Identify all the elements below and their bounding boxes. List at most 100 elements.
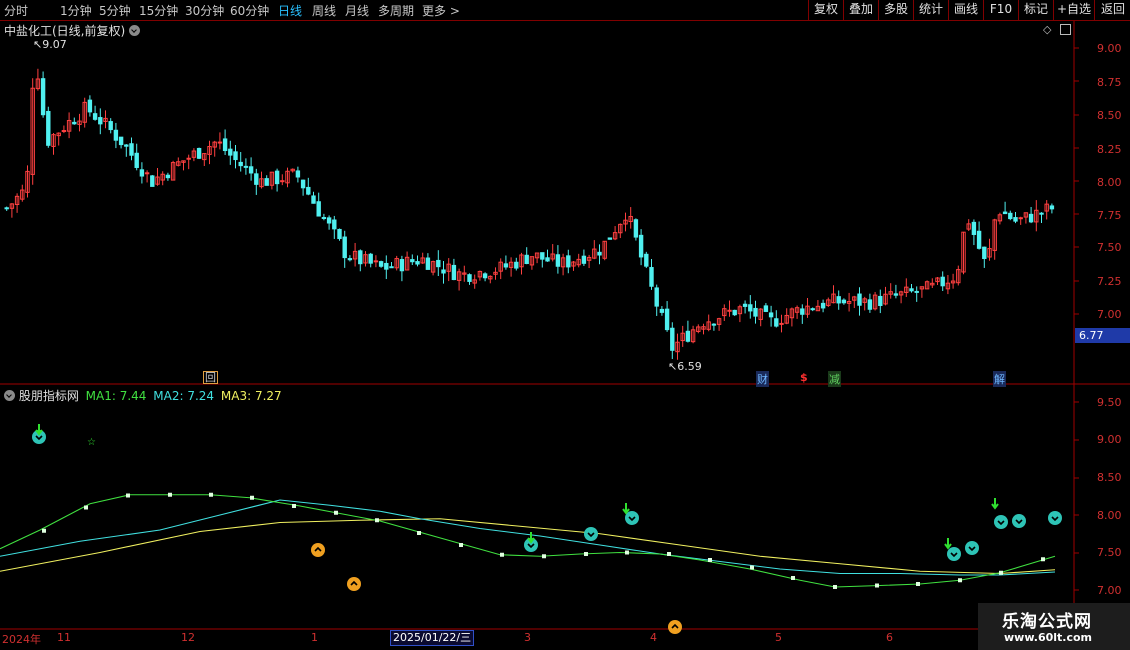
candle: [508, 257, 514, 277]
candle: [742, 300, 748, 314]
kline-chart-canvas[interactable]: ☆: [0, 0, 1130, 650]
ma1-marker: [833, 585, 837, 589]
candle: [820, 299, 826, 313]
candle: [436, 250, 441, 276]
candle: [576, 253, 581, 268]
candle: [124, 144, 129, 157]
ind-y-tick: 7.50: [1097, 546, 1122, 559]
date-label: 3: [524, 631, 531, 644]
candle: [430, 260, 436, 276]
high-price-marker: ↖9.07: [33, 38, 67, 51]
candle: [321, 213, 327, 221]
sell-signal-icon: [1048, 511, 1062, 525]
event-tag-unlock[interactable]: 解: [993, 371, 1006, 387]
date-label: 11: [57, 631, 71, 644]
candle: [264, 175, 269, 186]
candle: [326, 215, 332, 230]
date-label: 6: [886, 631, 893, 644]
ma1-marker: [708, 558, 712, 562]
candle: [404, 251, 410, 271]
candle: [1008, 210, 1013, 221]
candle: [129, 137, 134, 161]
candle: [451, 258, 457, 281]
y-tick: 8.50: [1097, 109, 1122, 122]
candle: [566, 249, 571, 274]
ma1-marker: [209, 492, 213, 497]
candle: [155, 168, 160, 186]
event-tag-reduce[interactable]: 减: [828, 371, 841, 387]
candle: [446, 258, 451, 282]
ma1-marker: [459, 543, 463, 547]
candle: [867, 293, 873, 313]
candle: [716, 317, 722, 331]
candle: [758, 308, 763, 327]
maximize-icon[interactable]: [1060, 24, 1071, 35]
candle: [290, 168, 295, 173]
ma1-marker: [168, 492, 172, 497]
ma2-value: MA2: 7.24: [153, 389, 215, 403]
candle: [337, 228, 342, 241]
candle: [550, 244, 555, 262]
candle: [98, 108, 103, 135]
y-tick: 8.75: [1097, 76, 1122, 89]
date-label: 12: [181, 631, 195, 644]
candle: [269, 171, 275, 190]
candle: [51, 133, 56, 155]
candle: [644, 251, 649, 269]
low-price-label: 6.59: [677, 360, 702, 373]
current-price-tag: 6.77: [1075, 328, 1130, 343]
candle: [462, 265, 467, 282]
candle: [66, 112, 72, 139]
chevron-down-icon[interactable]: [129, 25, 141, 36]
candle: [306, 177, 311, 196]
candle: [498, 258, 503, 280]
candle: [800, 304, 805, 324]
ma2-line: [0, 499, 1056, 576]
event-tag-finance[interactable]: 财: [756, 371, 769, 387]
date-label: 4: [650, 631, 657, 644]
candle: [722, 304, 727, 321]
ma1-marker: [126, 493, 130, 498]
candle: [732, 309, 737, 317]
y-tick: 9.00: [1097, 42, 1122, 55]
candle: [711, 323, 717, 331]
candle: [1028, 206, 1034, 224]
candle: [607, 237, 613, 240]
candle: [103, 110, 108, 129]
down-arrow-icon: [622, 503, 630, 515]
candle: [774, 310, 779, 328]
candle: [618, 223, 623, 239]
candle: [909, 284, 914, 293]
candle: [883, 286, 888, 306]
candle: [628, 207, 633, 229]
candle: [914, 286, 919, 302]
candle: [696, 324, 701, 334]
watermark-url: www.60lt.com: [1004, 631, 1093, 644]
candle: [72, 117, 77, 125]
event-tag-dividend[interactable]: $: [800, 371, 808, 384]
candle: [878, 289, 883, 314]
sell-signal-icon: [947, 547, 961, 561]
candle: [493, 267, 498, 280]
candle: [540, 252, 545, 268]
indicator-name[interactable]: 股朋指标网: [19, 389, 79, 403]
candle: [560, 253, 566, 276]
candle: [20, 184, 25, 202]
candle: [316, 192, 321, 217]
diamond-icon[interactable]: ◇: [1043, 23, 1051, 36]
candle: [930, 278, 935, 289]
candle: [649, 259, 654, 290]
candle: [181, 160, 186, 171]
candle: [592, 240, 597, 260]
candle: [56, 132, 61, 146]
candle: [633, 218, 639, 241]
candle: [191, 148, 197, 162]
chevron-down-icon[interactable]: [4, 390, 15, 401]
candle: [1049, 203, 1055, 214]
candle: [212, 140, 217, 157]
candle: [836, 290, 841, 310]
ma1-marker: [250, 495, 254, 500]
event-tag-repurchase[interactable]: 回: [203, 371, 218, 384]
candle: [9, 203, 15, 218]
y-tick: 7.25: [1097, 275, 1122, 288]
